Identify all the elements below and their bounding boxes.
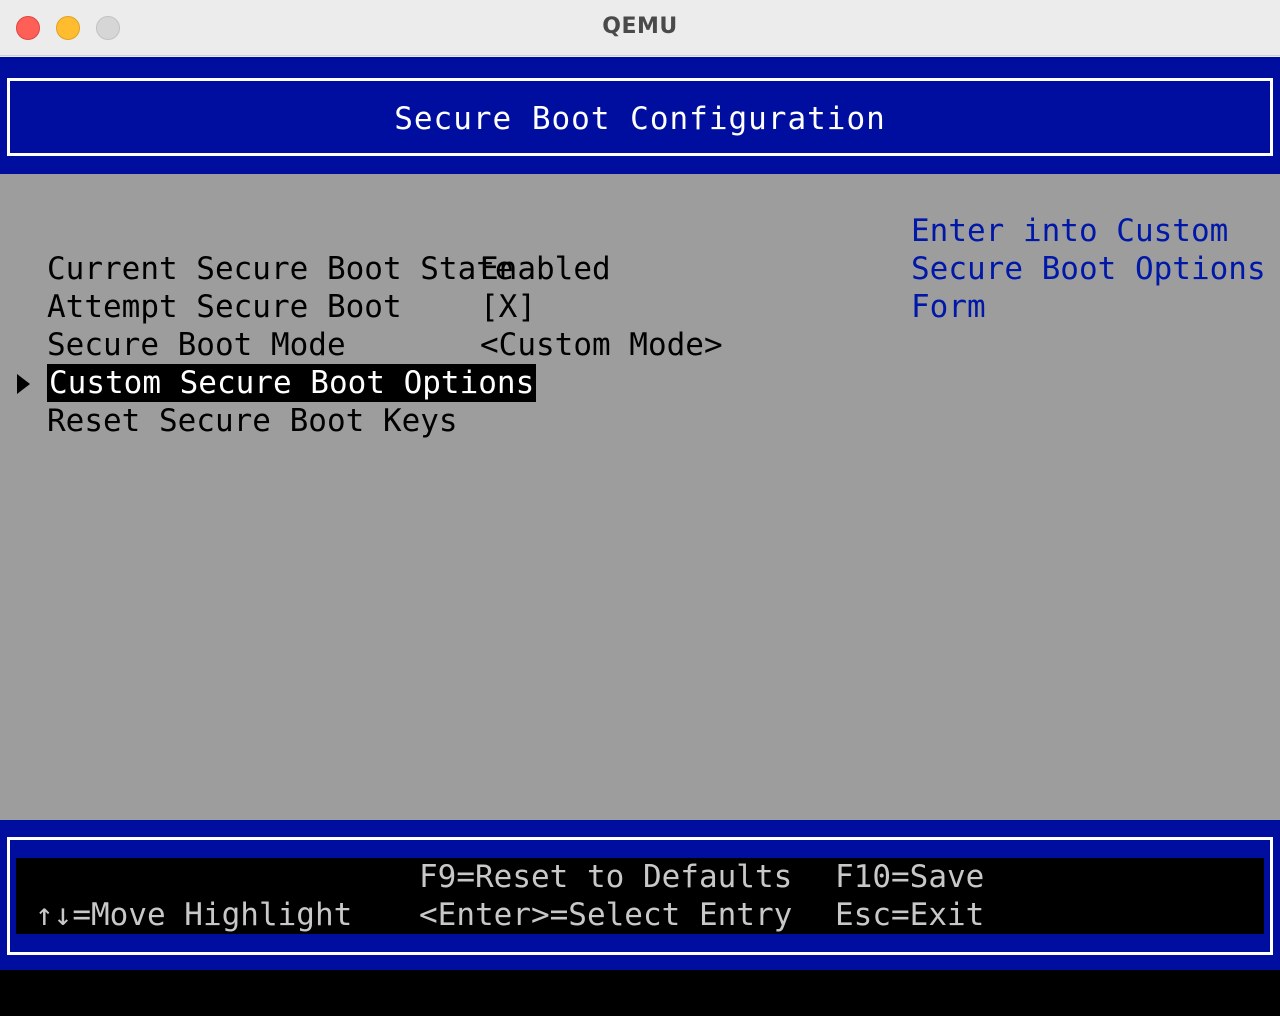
current-secure-boot-state-value: Enabled: [480, 251, 611, 287]
window-title: QEMU: [602, 14, 678, 39]
header-frame: Secure Boot Configuration: [7, 78, 1273, 156]
key-hint-move-highlight: ↑↓=Move Highlight: [35, 897, 353, 933]
help-text-line: Secure Boot Options: [911, 251, 1266, 287]
window-titlebar: QEMU: [0, 0, 1280, 56]
attempt-secure-boot-checkbox[interactable]: [X]: [480, 288, 536, 326]
footer-frame: F9=Reset to Defaults F10=Save ↑↓=Move Hi…: [7, 837, 1273, 955]
bios-header: Secure Boot Configuration: [0, 57, 1280, 174]
page-title: Secure Boot Configuration: [394, 101, 886, 137]
menu-item-secure-boot-mode[interactable]: Secure Boot Mode: [47, 326, 346, 364]
menu-item-current-secure-boot-state: Current Secure Boot State: [47, 251, 514, 287]
help-text-line: Form: [911, 289, 986, 325]
key-hint-reset-defaults: F9=Reset to Defaults: [419, 859, 793, 895]
key-hint-select-entry: <Enter>=Select Entry: [419, 897, 793, 933]
menu-area: Current Secure Boot State Enabled Attemp…: [0, 174, 1280, 820]
bios-footer: F9=Reset to Defaults F10=Save ↑↓=Move Hi…: [0, 820, 1280, 970]
key-help-panel: F9=Reset to Defaults F10=Save ↑↓=Move Hi…: [16, 858, 1264, 934]
key-hint-save: F10=Save: [835, 859, 985, 895]
selection-pointer-icon: [17, 374, 30, 394]
menu-item-attempt-secure-boot[interactable]: Attempt Secure Boot: [47, 288, 402, 326]
menu-item-custom-secure-boot-options[interactable]: Custom Secure Boot Options: [47, 364, 537, 402]
help-text-line: Enter into Custom: [911, 213, 1229, 249]
secure-boot-mode-select[interactable]: <Custom Mode>: [480, 326, 723, 364]
menu-item-reset-secure-boot-keys[interactable]: Reset Secure Boot Keys: [47, 402, 458, 440]
key-hint-exit: Esc=Exit: [835, 897, 985, 933]
qemu-screen: Secure Boot Configuration Current Secure…: [0, 57, 1280, 1016]
